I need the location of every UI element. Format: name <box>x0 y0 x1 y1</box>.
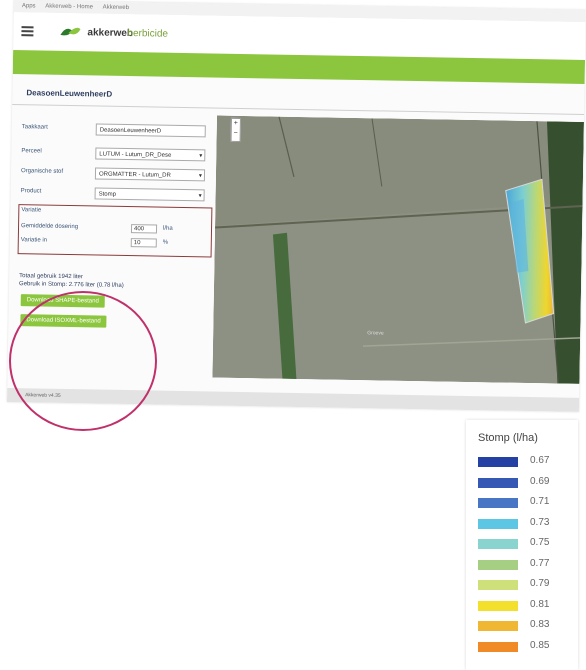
legend-swatch <box>478 600 518 611</box>
select-value: Stomp <box>98 191 117 198</box>
module-name: herbicide <box>127 27 169 40</box>
param-row-variation: Variatie in 10 % <box>20 237 209 248</box>
highlight-circle <box>9 291 157 431</box>
variation-input[interactable]: 10 <box>130 238 157 248</box>
select-value: LUTUM - Lutum_DR_Dese <box>99 151 172 159</box>
page-title: DeasoenLeuwenheerD <box>26 88 113 99</box>
legend-swatch <box>478 518 518 529</box>
legend-item: 0.73 <box>478 516 570 532</box>
legend-value: 0.77 <box>530 557 550 569</box>
brand-name: akkerweb <box>87 27 134 40</box>
param-unit: % <box>162 239 169 246</box>
field-label: Product <box>20 188 42 195</box>
chevron-down-icon: ▾ <box>199 153 203 160</box>
dose-input[interactable]: 400 <box>130 224 158 234</box>
field-label: Perceel <box>21 148 42 155</box>
legend-swatch <box>478 580 518 590</box>
akkerweb-logo-icon <box>60 27 81 36</box>
zoom-in-button[interactable]: + <box>232 119 240 129</box>
legend-swatch <box>478 477 518 488</box>
form-row-organic: Organische stof ORGMATTER - Lutum_DR ▾ <box>21 166 216 183</box>
legend-swatch <box>478 539 518 549</box>
legend-item: 0.67 <box>478 454 570 470</box>
legend-item: 0.85 <box>478 639 570 655</box>
map-legend: Stomp (l/ha) 0.67 0.69 0.71 0.73 0.75 0.77 0.7… <box>466 420 578 670</box>
zoom-out-button[interactable]: − <box>232 129 240 139</box>
legend-title: Stomp (l/ha) <box>478 432 538 444</box>
legend-swatch <box>478 457 518 467</box>
legend-value: 0.83 <box>530 619 550 630</box>
bookmark-akkerweb-home[interactable]: Akkerweb - Home <box>45 4 93 11</box>
legend-swatch <box>478 498 518 508</box>
param-row-dose: Gemiddelde dosering 400 l/ha <box>21 223 209 234</box>
name-input[interactable]: DeasoenLeuwenheerD <box>95 123 206 138</box>
param-label: Gemiddelde dosering <box>21 223 79 231</box>
zoom-control[interactable]: + − <box>230 117 241 142</box>
satellite-map[interactable] <box>212 115 584 384</box>
legend-value: 0.67 <box>530 455 550 466</box>
variation-fieldset: Variatie Gemiddelde dosering 400 l/ha Va… <box>17 204 213 258</box>
legend-value: 0.75 <box>530 537 550 548</box>
chevron-down-icon: ▾ <box>198 193 202 200</box>
form-row-name: Taakkaart DeasoenLeuwenheerD <box>22 122 217 139</box>
param-label: Variatie in <box>20 237 48 244</box>
legend-value: 0.69 <box>530 475 550 487</box>
form-row-parcel: Perceel LUTUM - Lutum_DR_Dese ▾ <box>21 146 216 163</box>
legend-item: 0.79 <box>478 577 570 593</box>
bookmark-apps[interactable]: Apps <box>22 3 36 9</box>
legend-item: 0.83 <box>478 618 570 634</box>
form-row-product: Product Stomp ▾ <box>21 186 216 203</box>
usage-summary: Totaal gebruik 1942 liter Gebruik in Sto… <box>19 272 124 290</box>
select-value: ORGMATTER - Lutum_DR <box>98 171 171 179</box>
legend-swatch <box>478 621 518 631</box>
organic-matter-select[interactable]: ORGMATTER - Lutum_DR ▾ <box>94 167 206 182</box>
bookmark-akkerweb[interactable]: Akkerweb <box>103 5 129 11</box>
legend-item: 0.77 <box>478 557 570 573</box>
title-divider <box>12 103 585 115</box>
legend-value: 0.85 <box>530 639 550 651</box>
field-label: Organische stof <box>20 168 64 175</box>
legend-item: 0.81 <box>478 598 570 614</box>
field-label: Taakkaart <box>21 124 48 131</box>
legend-item: 0.75 <box>478 536 570 552</box>
legend-item: 0.71 <box>478 495 570 511</box>
legend-value: 0.79 <box>530 578 550 589</box>
product-select[interactable]: Stomp ▾ <box>94 187 205 202</box>
legend-item: 0.69 <box>478 475 570 491</box>
legend-value: 0.73 <box>530 516 550 528</box>
map-road-label: Groeve <box>367 330 384 337</box>
legend-swatch <box>478 641 518 652</box>
fieldset-title: Variatie <box>21 207 42 214</box>
map-view[interactable]: + − Groeve <box>212 115 584 384</box>
taskmap-form: Taakkaart DeasoenLeuwenheerD Perceel LUT… <box>21 112 217 202</box>
param-unit: l/ha <box>162 225 173 232</box>
chevron-down-icon: ▾ <box>198 173 203 180</box>
legend-value: 0.81 <box>530 598 550 610</box>
usage-product: Gebruik in Stomp: 2.776 liter (0.78 l/ha… <box>18 281 124 289</box>
legend-swatch <box>478 559 518 570</box>
legend-value: 0.71 <box>530 496 550 507</box>
menu-icon[interactable] <box>21 26 34 37</box>
parcel-select[interactable]: LUTUM - Lutum_DR_Dese ▾ <box>95 147 206 162</box>
